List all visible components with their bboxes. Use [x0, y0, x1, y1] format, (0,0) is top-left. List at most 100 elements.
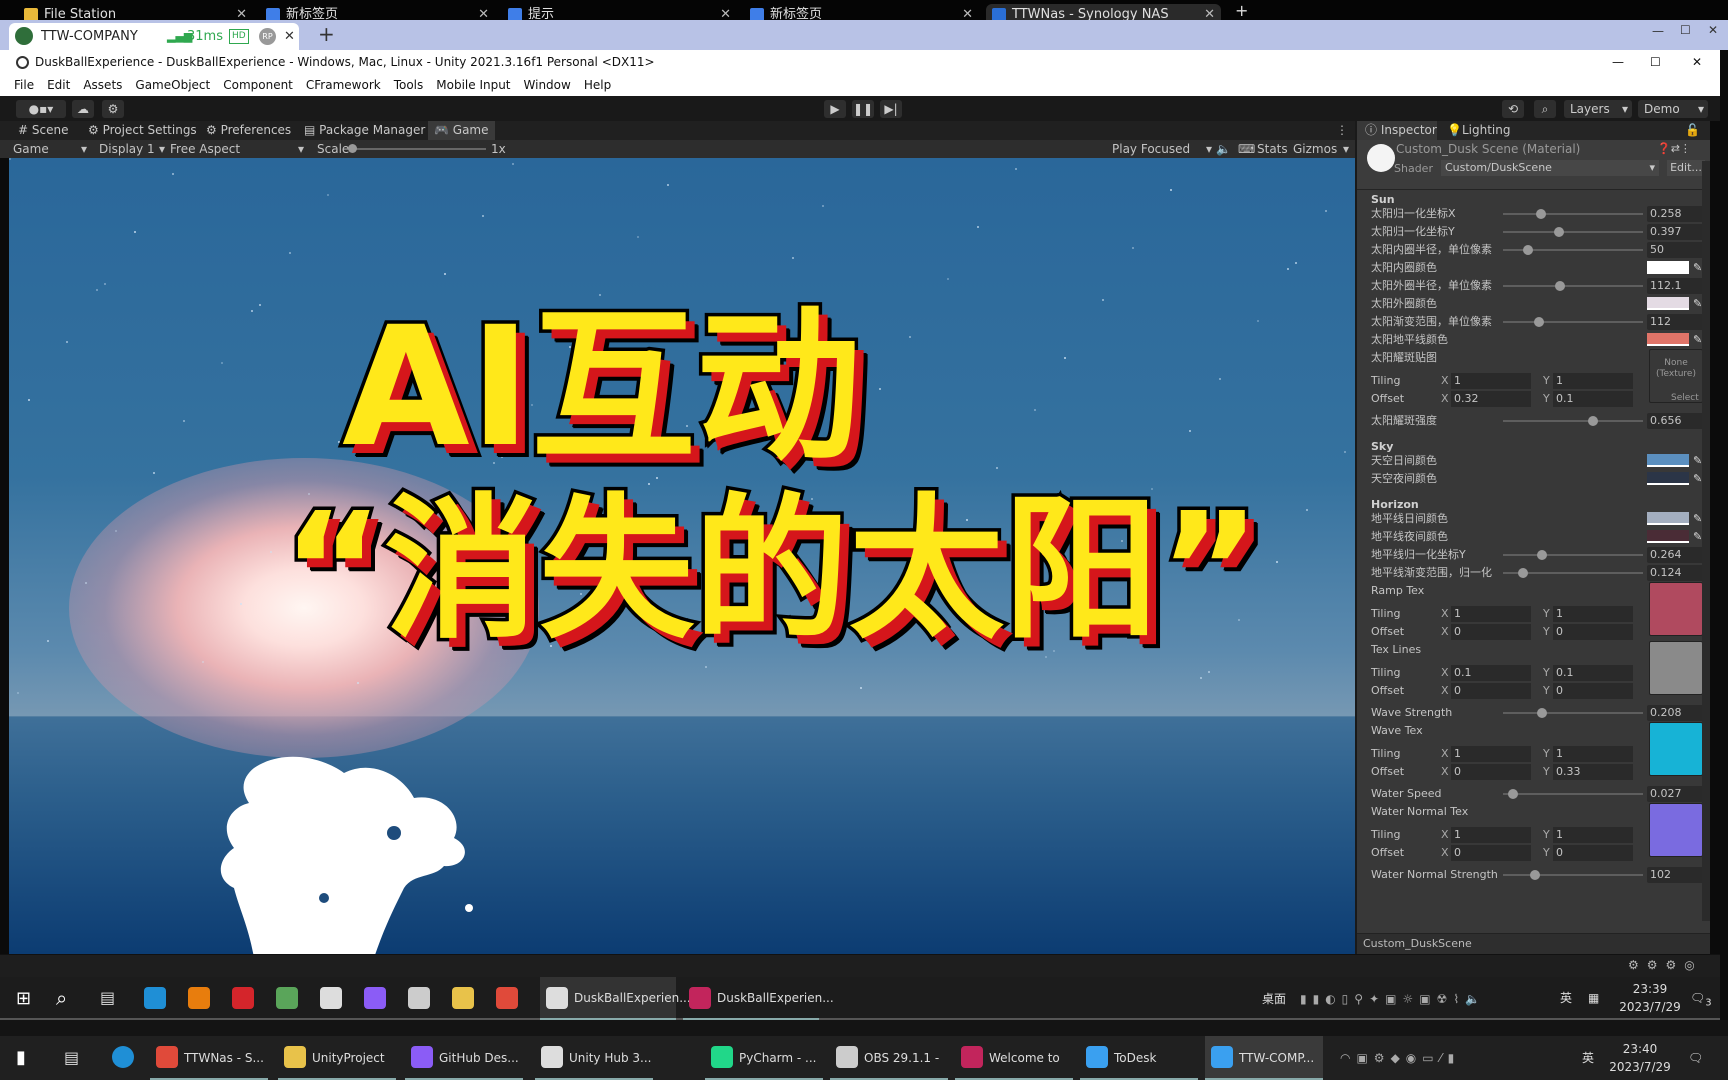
edit-shader-button[interactable]: Edit... — [1667, 160, 1705, 176]
account-button[interactable]: ●▪▾ — [16, 100, 66, 118]
slider-thumb[interactable] — [1555, 281, 1566, 291]
cloud-icon[interactable]: ☁ — [72, 100, 94, 118]
y-field[interactable]: 0 — [1553, 624, 1633, 640]
layers-dropdown[interactable]: Layers ▾ — [1564, 100, 1632, 118]
eyedropper-icon[interactable]: ✎ — [1693, 510, 1702, 528]
tab-lighting[interactable]: 💡Lighting — [1447, 121, 1510, 140]
slider-thumb[interactable] — [1535, 209, 1546, 219]
new-tab-button[interactable]: + — [1235, 1, 1248, 20]
menu-item-window[interactable]: Window — [524, 75, 571, 96]
menu-item-mobile-input[interactable]: Mobile Input — [436, 75, 510, 96]
rp-badge[interactable]: RP — [259, 28, 276, 45]
slider-track[interactable] — [1503, 416, 1643, 426]
taskbar-app[interactable]: DuskBallExperien... — [683, 977, 834, 1020]
play-mode-dropdown[interactable]: Play Focused ▾ — [1112, 140, 1212, 158]
value-field[interactable]: 50 — [1647, 242, 1705, 258]
browser-tab[interactable]: File Station ✕ — [18, 4, 253, 20]
search-icon[interactable]: ⌕ — [1534, 100, 1556, 118]
step-button[interactable]: ▶| — [880, 100, 902, 118]
y-field[interactable]: 0 — [1553, 683, 1633, 699]
x-field[interactable]: 0 — [1451, 845, 1531, 861]
explorer-icon[interactable] — [408, 987, 430, 1009]
slider-track[interactable] — [1503, 789, 1643, 799]
aspect-dropdown[interactable]: Free Aspect ▾ — [170, 140, 310, 158]
value-field[interactable]: 0.397 — [1647, 224, 1705, 240]
slider-track[interactable] — [1503, 568, 1643, 578]
minimize-icon[interactable]: — — [1652, 24, 1664, 38]
close-icon[interactable]: ✕ — [1708, 23, 1718, 37]
unity-hub-icon[interactable] — [320, 987, 342, 1009]
x-field[interactable]: 0 — [1451, 764, 1531, 780]
x-field[interactable]: 0.1 — [1451, 665, 1531, 681]
clock-time[interactable]: 23:40 — [1610, 1041, 1670, 1057]
slider-track[interactable] — [1503, 281, 1643, 291]
taskbar-app[interactable]: TTWNas - S... — [150, 1036, 268, 1080]
slider-thumb[interactable] — [1517, 568, 1528, 578]
taskbar-app[interactable]: ToDesk — [1080, 1036, 1198, 1080]
taskbar-app[interactable]: Welcome to — [955, 1036, 1073, 1080]
color-swatch[interactable] — [1647, 454, 1689, 467]
y-field[interactable]: 0 — [1553, 845, 1633, 861]
eyedropper-icon[interactable]: ✎ — [1693, 528, 1702, 546]
remote-session-tab[interactable]: TTW-COMPANY ▂▄▆ 31ms HD RP ✕ — [9, 23, 299, 50]
play-button[interactable]: ▶ — [824, 100, 846, 118]
value-field[interactable]: 0.124 — [1647, 565, 1705, 581]
taskbar-app[interactable]: Unity Hub 3... — [535, 1036, 653, 1080]
calendar-icon[interactable]: ▦ — [1588, 990, 1599, 1006]
maximize-icon[interactable]: ☐ — [1680, 23, 1691, 37]
slider-thumb[interactable] — [1523, 245, 1534, 255]
shader-dropdown[interactable]: Custom/DuskScene ▾ — [1441, 160, 1659, 176]
value-field[interactable]: 0.258 — [1647, 206, 1705, 222]
y-field[interactable]: 1 — [1553, 606, 1633, 622]
slider-track[interactable] — [1503, 245, 1643, 255]
menu-item-tools[interactable]: Tools — [394, 75, 424, 96]
tab-package-manager[interactable]: ▤ Package Manager — [298, 121, 431, 140]
slider-track[interactable] — [1503, 550, 1643, 560]
pause-button[interactable]: ❚❚ — [852, 100, 874, 118]
ime-indicator[interactable]: 英 — [1560, 990, 1572, 1006]
tab-game[interactable]: 🎮 Game — [428, 121, 495, 140]
close-tab-icon[interactable]: ✕ — [720, 4, 731, 20]
x-field[interactable]: 1 — [1451, 373, 1531, 389]
keyboard-icon[interactable]: ⌨ — [1238, 140, 1255, 158]
youdao-icon[interactable] — [232, 987, 254, 1009]
task-view-icon[interactable]: ▤ — [64, 1048, 79, 1067]
taskbar-app[interactable]: OBS 29.1.1 - — [830, 1036, 948, 1080]
y-field[interactable]: 1 — [1553, 373, 1633, 389]
taskbar-app[interactable]: DuskBallExperien... — [540, 977, 691, 1020]
tab-project-settings[interactable]: ⚙ Project Settings — [82, 121, 203, 140]
browser-tab[interactable]: 提示 ✕ — [502, 4, 737, 20]
browser-tab[interactable]: 新标签页 ✕ — [744, 4, 979, 20]
lock-icon[interactable]: 🔓 — [1685, 121, 1700, 140]
blender-icon[interactable] — [188, 987, 210, 1009]
clock-time[interactable]: 23:39 — [1620, 981, 1680, 997]
minimize-icon[interactable]: — — [1612, 50, 1624, 75]
hd-badge[interactable]: HD — [229, 29, 249, 44]
game-view[interactable] — [9, 158, 1355, 954]
files-icon[interactable] — [452, 987, 474, 1009]
slider-thumb[interactable] — [1530, 870, 1541, 880]
menu-item-gameobject[interactable]: GameObject — [135, 75, 210, 96]
mute-audio-icon[interactable]: 🔈 — [1216, 140, 1231, 158]
value-field[interactable]: 0.027 — [1647, 786, 1705, 802]
y-field[interactable]: 0.1 — [1553, 391, 1633, 407]
desktop-label[interactable]: 桌面 — [1262, 991, 1286, 1007]
start-icon[interactable]: ⊞ — [16, 988, 31, 1009]
close-tab-icon[interactable]: ✕ — [962, 4, 973, 20]
stats-button[interactable]: Stats — [1257, 140, 1288, 158]
x-field[interactable]: 0 — [1451, 683, 1531, 699]
close-icon[interactable]: ✕ — [1692, 50, 1702, 75]
new-tab-button[interactable]: + — [318, 22, 335, 46]
value-field[interactable]: 102 — [1647, 867, 1705, 883]
color-swatch[interactable] — [1647, 530, 1689, 543]
edge-icon[interactable] — [144, 987, 166, 1009]
view-dropdown[interactable]: Game ▾ — [13, 140, 89, 158]
close-tab-icon[interactable]: ✕ — [284, 23, 295, 50]
menu-item-assets[interactable]: Assets — [83, 75, 122, 96]
value-field[interactable]: 0.264 — [1647, 547, 1705, 563]
layout-dropdown[interactable]: Demo ▾ — [1638, 100, 1708, 118]
close-tab-icon[interactable]: ✕ — [1204, 4, 1215, 20]
browser-tab[interactable]: 新标签页 ✕ — [260, 4, 495, 20]
slider-thumb[interactable] — [1537, 550, 1548, 560]
app-icon[interactable] — [276, 987, 298, 1009]
